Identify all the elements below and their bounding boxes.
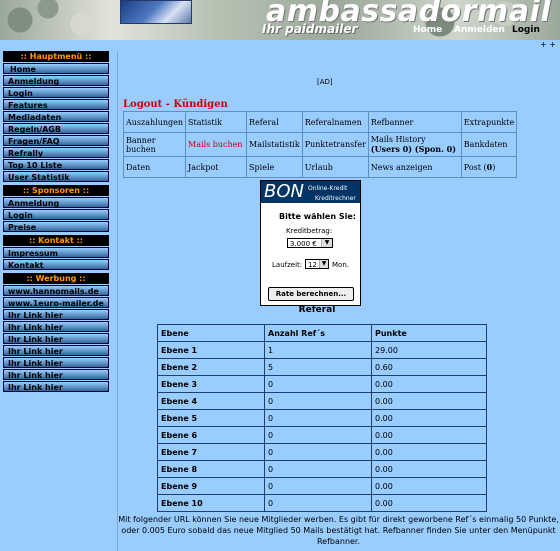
sidebar-item-preise[interactable]: Preise: [3, 221, 109, 232]
menu-cell-mails-history[interactable]: Mails History (Users 0) (Spon. 0): [367, 132, 462, 157]
sidebar-item-features[interactable]: Features: [3, 99, 109, 110]
table-header: Punkte: [371, 324, 487, 342]
sidebar-item-mediadaten[interactable]: Mediadaten: [3, 111, 109, 122]
sidebar-item-sponsor-anmeldung[interactable]: Anmeldung: [3, 197, 109, 208]
menu-cell-post[interactable]: Post (0): [460, 156, 518, 178]
sidebar-item-user-statistik[interactable]: User Statistik: [3, 171, 109, 182]
sidebar-item-ad-link[interactable]: www.hannomails.de: [3, 285, 109, 296]
header-banner-image: [120, 0, 192, 24]
sidebar-item-ad-link[interactable]: Ihr Link hier: [3, 381, 109, 392]
sidebar: :: Hauptmenü :: Home Anmeldung Login Fea…: [1, 51, 118, 551]
header-divider: [0, 40, 560, 50]
menu-cell-spiele[interactable]: Spiele: [246, 156, 303, 178]
nav-home[interactable]: Home: [413, 25, 442, 35]
sidebar-item-ad-link[interactable]: Ihr Link hier: [3, 309, 109, 320]
term-label: Laufzeit:: [272, 261, 303, 269]
menu-cell-mailstatistik[interactable]: Mailstatistik: [246, 132, 303, 157]
credit-calculator-widget: BON Online-Kredit Kreditrechner Bitte wä…: [260, 180, 361, 306]
table-row: Ebene 8 0 0.00: [157, 460, 487, 478]
menu-cell-punktetransfer[interactable]: Punktetransfer: [301, 132, 369, 157]
menu-cell-jackpot[interactable]: Jackpot: [185, 156, 248, 178]
table-row: Ebene 6 0 0.00: [157, 426, 487, 444]
calculate-rate-button[interactable]: Rate berechnen...: [268, 287, 354, 301]
table-row: Ebene 4 0 0.00: [157, 392, 487, 410]
sidebar-item-kontakt[interactable]: Kontakt: [3, 259, 109, 270]
expand-toggle[interactable]: + +: [540, 40, 556, 49]
widget-subtitle: Online-Kredit: [308, 185, 348, 192]
table-row: Ebene 9 0 0.00: [157, 477, 487, 495]
member-menu-table: Auszahlungen Statistik Referal Referalna…: [122, 111, 518, 178]
table-row: Ebene 7 0 0.00: [157, 443, 487, 461]
sidebar-item-sponsor-login[interactable]: Login: [3, 209, 109, 220]
referal-heading: Referal: [298, 305, 336, 315]
amount-select[interactable]: 3.000 € ▼: [287, 238, 333, 248]
widget-title: Bitte wählen Sie:: [279, 212, 356, 221]
sidebar-item-refrally[interactable]: Refrally: [3, 147, 109, 158]
ad-placeholder[interactable]: [AD]: [317, 78, 333, 86]
table-row: Ebene 1 1 29.00: [157, 341, 487, 359]
menu-cell-referalnamen[interactable]: Referalnamen: [301, 111, 369, 133]
menu-cell-bankdaten[interactable]: Bankdaten: [460, 132, 518, 157]
chevron-down-icon: ▼: [319, 260, 328, 268]
table-row: Ebene 3 0 0.00: [157, 375, 487, 393]
widget-subtitle-2: Kreditrechner: [315, 195, 356, 202]
nav-login[interactable]: Login: [512, 25, 540, 35]
sidebar-section-kontakt: :: Kontakt ::: [3, 235, 109, 246]
menu-cell-refbanner[interactable]: Refbanner: [367, 111, 462, 133]
sidebar-item-regeln[interactable]: Regeln/AGB: [3, 123, 109, 134]
sidebar-item-ad-link[interactable]: Ihr Link hier: [3, 357, 109, 368]
site-tagline: Ihr paidmailer: [262, 22, 358, 36]
sidebar-item-anmeldung[interactable]: Anmeldung: [3, 75, 109, 86]
menu-cell-auszahlungen[interactable]: Auszahlungen: [122, 111, 187, 133]
sidebar-item-ad-link[interactable]: Ihr Link hier: [3, 321, 109, 332]
menu-cell-mails-buchen[interactable]: Mails buchen: [185, 132, 248, 157]
term-select[interactable]: 12 ▼: [305, 259, 329, 269]
sidebar-item-ad-link[interactable]: Ihr Link hier: [3, 369, 109, 380]
sidebar-item-ad-link[interactable]: www.1euro-mailer.de: [3, 297, 109, 308]
nav-anmelden[interactable]: Anmelden: [454, 25, 505, 35]
menu-cell-referal[interactable]: Referal: [246, 111, 303, 133]
sidebar-item-ad-link[interactable]: Ihr Link hier: [3, 345, 109, 356]
sidebar-item-home[interactable]: Home: [3, 63, 109, 74]
referal-info-text: Mit folgender URL können Sie neue Mitgli…: [118, 515, 559, 546]
sidebar-section-sponsoren: :: Sponsoren ::: [3, 185, 109, 196]
chevron-down-icon: ▼: [321, 239, 332, 247]
sidebar-item-login[interactable]: Login: [3, 87, 109, 98]
menu-cell-news[interactable]: News anzeigen: [367, 156, 462, 178]
table-header: Ebene: [157, 324, 265, 342]
amount-label: Kreditbetrag:: [286, 227, 333, 235]
table-header: Anzahl Ref´s: [264, 324, 372, 342]
sidebar-item-ad-link[interactable]: Ihr Link hier: [3, 333, 109, 344]
sidebar-section-werbung: :: Werbung ::: [3, 273, 109, 284]
table-row: Ebene 10 0 0.00: [157, 494, 487, 512]
logout-link[interactable]: Logout - Kündigen: [123, 99, 228, 110]
sidebar-section-hauptmenu: :: Hauptmenü ::: [3, 51, 109, 62]
referal-table: Ebene Anzahl Ref´s Punkte Ebene 1 1 29.00 …: [157, 324, 487, 512]
sidebar-item-faq[interactable]: Fragen/FAQ: [3, 135, 109, 146]
menu-cell-banner-buchen[interactable]: Banner buchen: [122, 132, 187, 157]
sidebar-item-impressum[interactable]: Impressum: [3, 247, 109, 258]
table-row: Ebene 2 5 0.60: [157, 358, 487, 376]
term-unit: Mon.: [332, 261, 349, 269]
main-content: [AD] Logout - Kündigen Auszahlungen Stat…: [117, 51, 560, 551]
table-row: Ebene 5 0 0.00: [157, 409, 487, 427]
mails-history-label: Mails History: [370, 135, 426, 144]
site-header: ambassadormail Ihr paidmailer Home Anmel…: [0, 0, 560, 40]
menu-cell-daten[interactable]: Daten: [122, 156, 187, 178]
menu-cell-urlaub[interactable]: Urlaub: [301, 156, 369, 178]
sidebar-item-top10[interactable]: Top 10 Liste: [3, 159, 109, 170]
menu-cell-statistik[interactable]: Statistik: [185, 111, 248, 133]
menu-cell-extrapunkte[interactable]: Extrapunkte: [460, 111, 518, 133]
mails-history-counts: (Users 0) (Spon. 0): [370, 144, 457, 154]
